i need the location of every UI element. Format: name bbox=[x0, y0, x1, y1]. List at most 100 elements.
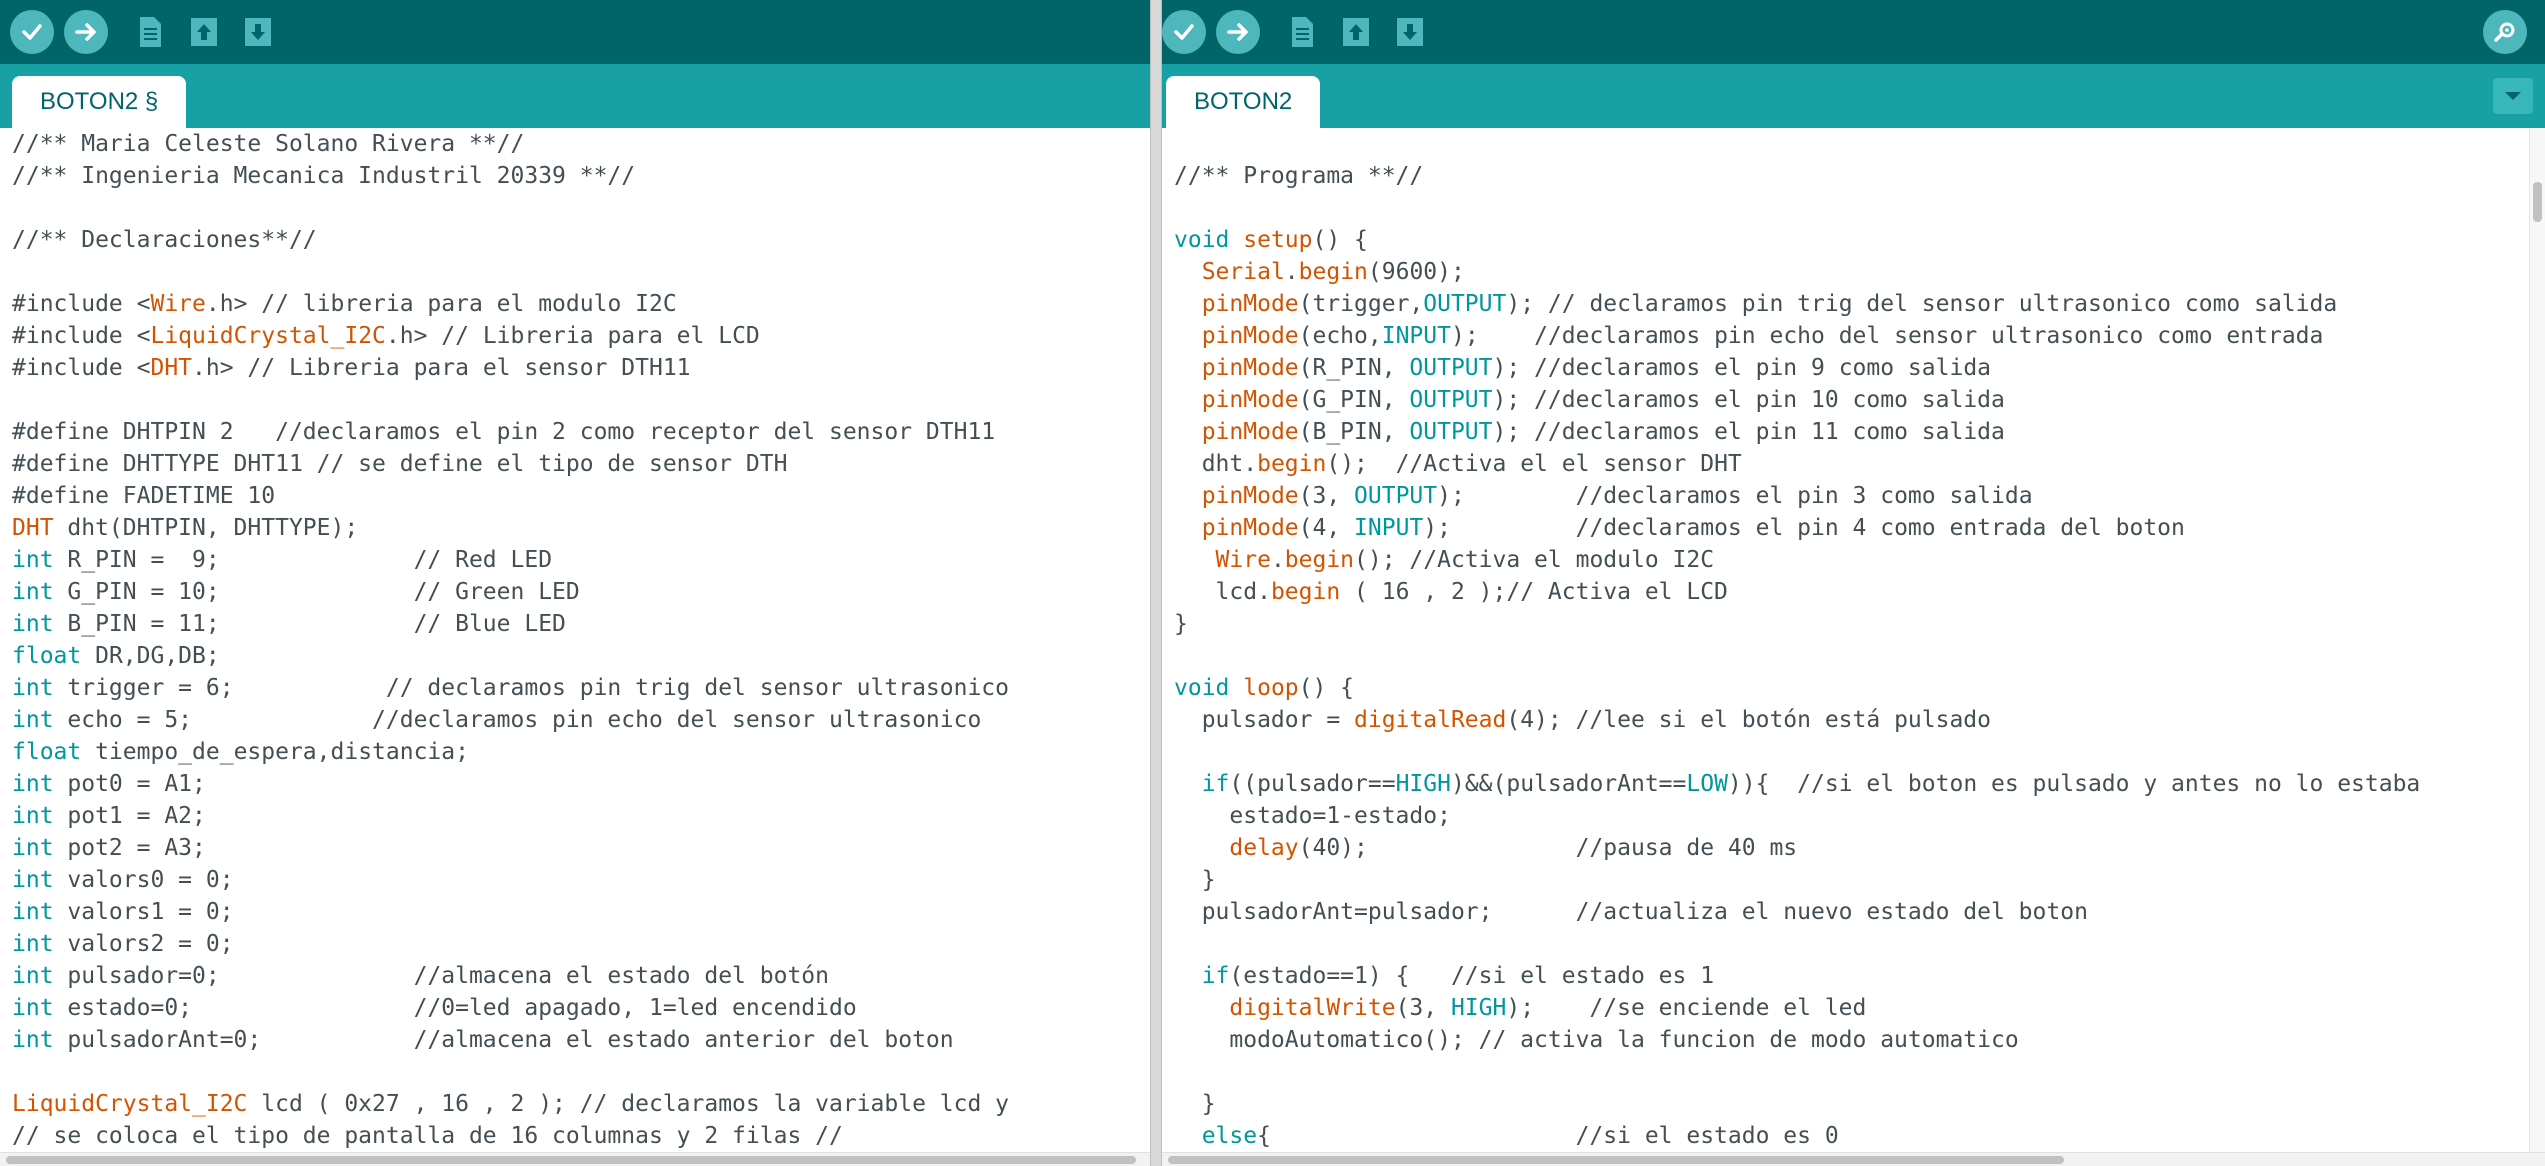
code-line[interactable]: #define DHTPIN 2 //declaramos el pin 2 c… bbox=[12, 416, 1150, 448]
tab-menu-button[interactable] bbox=[2493, 78, 2533, 114]
code-token: pinMode bbox=[1201, 387, 1299, 413]
code-line[interactable]: lcd.begin ( 16 , 2 );// Activa el LCD bbox=[1174, 576, 2529, 608]
code-token: pinMode bbox=[1201, 323, 1299, 349]
code-line[interactable]: pinMode(G_PIN, OUTPUT); //declaramos el … bbox=[1174, 384, 2529, 416]
left-code-editor[interactable]: //** Maria Celeste Solano Rivera **// //*… bbox=[0, 128, 1150, 1152]
code-line[interactable]: else{ //si el estado es 0 bbox=[1174, 1120, 2529, 1152]
code-line[interactable]: #include <Wire.h> // libreria para el mo… bbox=[12, 288, 1150, 320]
code-line[interactable]: pinMode(B_PIN, OUTPUT); //declaramos el … bbox=[1174, 416, 2529, 448]
code-token: Serial bbox=[1201, 259, 1285, 285]
code-line[interactable]: if(estado==1) { //si el estado es 1 bbox=[1174, 960, 2529, 992]
code-line[interactable]: int pot1 = A2; bbox=[12, 800, 1150, 832]
code-line[interactable]: int valors0 = 0; bbox=[12, 864, 1150, 896]
code-line[interactable]: int G_PIN = 10; // Green LED bbox=[12, 576, 1150, 608]
left-editor-window: BOTON2 § //** Maria Celeste Solano River… bbox=[0, 0, 1150, 1166]
new-sketch-button[interactable] bbox=[130, 12, 170, 52]
code-line[interactable]: // se coloca el tipo de pantalla de 16 c… bbox=[12, 1120, 1150, 1152]
split-divider[interactable] bbox=[1150, 0, 1162, 1166]
right-scroll-thumb[interactable] bbox=[1168, 1156, 2064, 1164]
save-button[interactable] bbox=[238, 12, 278, 52]
code-line[interactable]: //** Programa **// bbox=[1174, 160, 2529, 192]
code-line[interactable]: int trigger = 6; // declaramos pin trig … bbox=[12, 672, 1150, 704]
code-line[interactable]: #include <DHT.h> // Libreria para el sen… bbox=[12, 352, 1150, 384]
code-line[interactable]: int echo = 5; //declaramos pin echo del … bbox=[12, 704, 1150, 736]
code-line[interactable] bbox=[1174, 640, 2529, 672]
new-sketch-button[interactable] bbox=[1282, 12, 1322, 52]
tab-boton2[interactable]: BOTON2 bbox=[1166, 76, 1321, 128]
code-token: pot1 = A2; bbox=[53, 803, 206, 829]
code-line[interactable] bbox=[1174, 192, 2529, 224]
code-line[interactable]: //** Maria Celeste Solano Rivera **// bbox=[12, 128, 1150, 160]
code-line[interactable]: #define FADETIME 10 bbox=[12, 480, 1150, 512]
code-line[interactable]: #define DHTTYPE DHT11 // se define el ti… bbox=[12, 448, 1150, 480]
code-line[interactable]: pinMode(trigger,OUTPUT); // declaramos p… bbox=[1174, 288, 2529, 320]
code-line[interactable] bbox=[12, 1056, 1150, 1088]
verify-button[interactable] bbox=[1162, 10, 1206, 54]
code-line[interactable] bbox=[1174, 128, 2529, 160]
code-line[interactable]: delay(40); //pausa de 40 ms bbox=[1174, 832, 2529, 864]
code-line[interactable]: float tiempo_de_espera,distancia; bbox=[12, 736, 1150, 768]
upload-button[interactable] bbox=[64, 10, 108, 54]
left-horizontal-scrollbar[interactable] bbox=[0, 1152, 1150, 1166]
right-horizontal-scrollbar[interactable] bbox=[1162, 1152, 2545, 1166]
code-line[interactable]: //** Declaraciones**// bbox=[12, 224, 1150, 256]
code-line[interactable]: if((pulsador==HIGH)&&(pulsadorAnt==LOW))… bbox=[1174, 768, 2529, 800]
code-line[interactable]: int valors2 = 0; bbox=[12, 928, 1150, 960]
code-line[interactable]: int B_PIN = 11; // Blue LED bbox=[12, 608, 1150, 640]
code-line[interactable]: int pulsador=0; //almacena el estado del… bbox=[12, 960, 1150, 992]
serial-monitor-button[interactable] bbox=[2483, 10, 2527, 54]
code-line[interactable] bbox=[1174, 1056, 2529, 1088]
open-button[interactable] bbox=[184, 12, 224, 52]
code-token: if bbox=[1201, 771, 1230, 797]
left-scroll-thumb[interactable] bbox=[6, 1156, 1136, 1164]
code-line[interactable]: void loop() { bbox=[1174, 672, 2529, 704]
code-token: )&&(pulsadorAnt== bbox=[1450, 771, 1687, 797]
code-line[interactable] bbox=[1174, 736, 2529, 768]
tab-boton2-modified[interactable]: BOTON2 § bbox=[12, 76, 187, 128]
code-line[interactable]: digitalWrite(3, HIGH); //se enciende el … bbox=[1174, 992, 2529, 1024]
code-line[interactable]: float DR,DG,DB; bbox=[12, 640, 1150, 672]
code-line[interactable]: int valors1 = 0; bbox=[12, 896, 1150, 928]
code-line[interactable]: pinMode(3, OUTPUT); //declaramos el pin … bbox=[1174, 480, 2529, 512]
code-line[interactable]: } bbox=[1174, 1088, 2529, 1120]
code-line[interactable]: void setup() { bbox=[1174, 224, 2529, 256]
upload-button[interactable] bbox=[1216, 10, 1260, 54]
code-line[interactable]: estado=1-estado; bbox=[1174, 800, 2529, 832]
code-line[interactable]: #include <LiquidCrystal_I2C.h> // Librer… bbox=[12, 320, 1150, 352]
code-token: int bbox=[12, 963, 54, 989]
code-line[interactable]: int pulsadorAnt=0; //almacena el estado … bbox=[12, 1024, 1150, 1056]
code-line[interactable] bbox=[12, 256, 1150, 288]
code-line[interactable]: int pot0 = A1; bbox=[12, 768, 1150, 800]
right-code-editor[interactable]: //** Programa **// void setup() { Serial.… bbox=[1162, 128, 2529, 1152]
right-vscroll-thumb[interactable] bbox=[2533, 182, 2542, 222]
code-line[interactable]: int estado=0; //0=led apagado, 1=led enc… bbox=[12, 992, 1150, 1024]
code-line[interactable]: Wire.begin(); //Activa el modulo I2C bbox=[1174, 544, 2529, 576]
code-line[interactable]: } bbox=[1174, 608, 2529, 640]
code-line[interactable]: pulsador = digitalRead(4); //lee si el b… bbox=[1174, 704, 2529, 736]
code-line[interactable]: pinMode(R_PIN, OUTPUT); //declaramos el … bbox=[1174, 352, 2529, 384]
code-token: float bbox=[12, 739, 82, 765]
code-line[interactable]: pinMode(4, INPUT); //declaramos el pin 4… bbox=[1174, 512, 2529, 544]
code-line[interactable]: DHT dht(DHTPIN, DHTTYPE); bbox=[12, 512, 1150, 544]
code-line[interactable] bbox=[1174, 928, 2529, 960]
code-line[interactable]: Serial.begin(9600); bbox=[1174, 256, 2529, 288]
code-line[interactable]: modoAutomatico(); // activa la funcion d… bbox=[1174, 1024, 2529, 1056]
code-line[interactable]: LiquidCrystal_I2C lcd ( 0x27 , 16 , 2 );… bbox=[12, 1088, 1150, 1120]
code-line[interactable]: int R_PIN = 9; // Red LED bbox=[12, 544, 1150, 576]
code-line[interactable] bbox=[12, 192, 1150, 224]
verify-button[interactable] bbox=[10, 10, 54, 54]
code-line[interactable] bbox=[12, 384, 1150, 416]
save-button[interactable] bbox=[1390, 12, 1430, 52]
code-line[interactable]: } bbox=[1174, 864, 2529, 896]
right-vertical-scrollbar[interactable] bbox=[2529, 128, 2545, 1152]
code-line[interactable]: //** Ingenieria Mecanica Industril 20339… bbox=[12, 160, 1150, 192]
code-line[interactable]: pulsadorAnt=pulsador; //actualiza el nue… bbox=[1174, 896, 2529, 928]
code-line[interactable]: pinMode(echo,INPUT); //declaramos pin ec… bbox=[1174, 320, 2529, 352]
open-button[interactable] bbox=[1336, 12, 1376, 52]
code-token: pulsador=0; //almacena el estado del bot… bbox=[53, 963, 829, 989]
code-line[interactable]: int pot2 = A3; bbox=[12, 832, 1150, 864]
code-line[interactable]: dht.begin(); //Activa el el sensor DHT bbox=[1174, 448, 2529, 480]
